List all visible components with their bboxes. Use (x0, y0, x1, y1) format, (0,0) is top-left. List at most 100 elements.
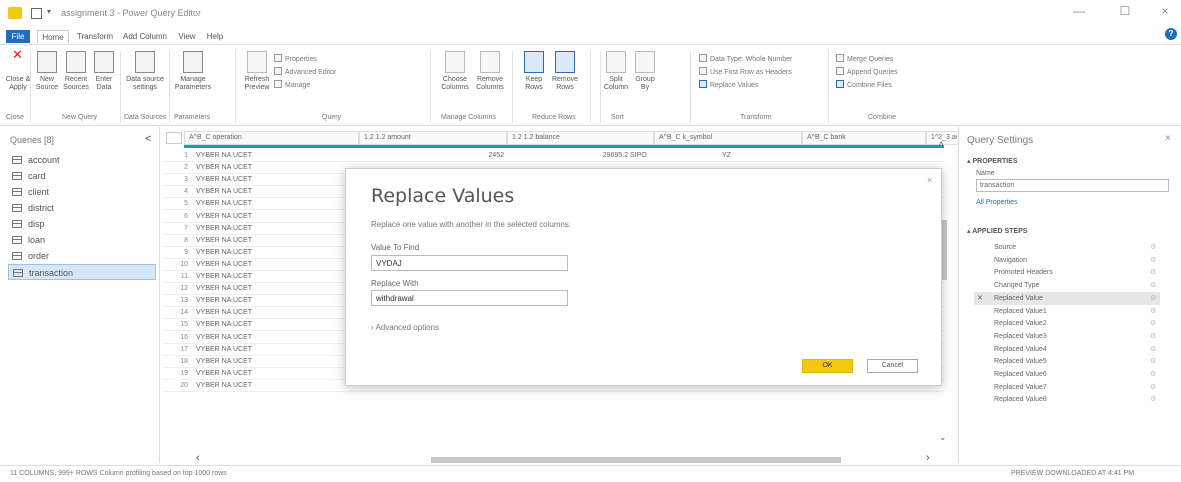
use-first-row-button[interactable]: Use First Row as Headers (699, 67, 792, 77)
gear-icon[interactable]: ⚙ (1150, 266, 1156, 279)
replace-with-input[interactable] (371, 290, 568, 306)
column-header-k-symbol[interactable]: A^B_C k_symbol (654, 131, 802, 145)
close-window-button[interactable]: × (1150, 4, 1180, 22)
applied-step[interactable]: Replaced Value6 ⚙ (974, 368, 1160, 381)
remove-rows-button[interactable]: Remove Rows (551, 51, 579, 92)
maximize-button[interactable]: ☐ (1110, 4, 1140, 22)
applied-step[interactable]: Replaced Value4 ⚙ (974, 343, 1160, 356)
cancel-button[interactable]: Cancel (867, 359, 918, 373)
name-label: Name (976, 170, 995, 177)
remove-columns-button[interactable]: Remove Columns (475, 51, 505, 92)
row-number: 18 (180, 357, 188, 365)
new-source-button[interactable]: New Source (35, 51, 59, 92)
manage-parameters-icon (183, 51, 203, 73)
manage-parameters-button[interactable]: Manage Parameters (172, 51, 214, 92)
applied-step[interactable]: Replaced Value1 ⚙ (974, 305, 1160, 318)
delete-step-icon[interactable]: ✕ (977, 292, 983, 305)
gear-icon[interactable]: ⚙ (1150, 355, 1156, 368)
applied-step[interactable]: Replaced Value8 ⚙ (974, 393, 1160, 406)
chevron-right-icon: › (371, 323, 374, 332)
applied-step[interactable]: Replaced Value5 ⚙ (974, 355, 1160, 368)
query-item-order[interactable]: order (8, 248, 156, 264)
query-name-input[interactable]: transaction (976, 179, 1169, 192)
refresh-preview-button[interactable]: Refresh Preview (243, 51, 271, 92)
merge-queries-button[interactable]: Merge Queries (836, 54, 893, 64)
horizontal-scroll-thumb[interactable] (431, 457, 841, 463)
properties-section-header[interactable]: ▴ PROPERTIES (967, 157, 1018, 165)
split-column-button[interactable]: Split Column (603, 51, 629, 92)
chevron-down-icon: ▴ (967, 158, 971, 165)
horizontal-scrollbar[interactable]: ‹ › (196, 452, 941, 465)
cell-operation: VYBER NA UCET (196, 273, 253, 280)
gear-icon[interactable]: ⚙ (1150, 254, 1156, 267)
applied-step[interactable]: Promoted Headers ⚙ (974, 266, 1160, 279)
applied-step[interactable]: Replaced Value3 ⚙ (974, 330, 1160, 343)
scroll-up-icon[interactable]: ^ (939, 140, 943, 150)
tab-help[interactable]: Help (203, 30, 227, 43)
query-item-district[interactable]: district (8, 200, 156, 216)
query-item-client[interactable]: client (8, 184, 156, 200)
close-apply-button[interactable]: ✕ Close & Apply (4, 48, 32, 92)
query-item-transaction[interactable]: transaction (8, 264, 156, 280)
ok-button[interactable]: OK (802, 359, 853, 373)
scroll-right-icon[interactable]: › (926, 452, 930, 464)
tab-file[interactable]: File (6, 30, 30, 43)
enter-data-button[interactable]: Enter Data (92, 51, 116, 92)
gear-icon[interactable]: ⚙ (1150, 330, 1156, 343)
gear-icon[interactable]: ⚙ (1150, 381, 1156, 394)
keep-rows-button[interactable]: Keep Rows (521, 51, 547, 92)
all-properties-link[interactable]: All Properties (976, 199, 1018, 206)
query-item-account[interactable]: account (8, 152, 156, 168)
scroll-down-icon[interactable]: ⌄ (939, 432, 947, 443)
choose-columns-button[interactable]: Choose Columns (440, 51, 470, 92)
query-item-loan[interactable]: loan (8, 232, 156, 248)
data-source-settings-button[interactable]: Data source settings (123, 51, 167, 92)
column-header-operation[interactable]: A^B_C operation (184, 131, 359, 145)
query-settings-close-button[interactable]: × (1165, 133, 1171, 144)
gear-icon[interactable]: ⚙ (1150, 305, 1156, 318)
column-header-balance[interactable]: 1.2 1.2 balance (507, 131, 654, 145)
save-icon[interactable] (31, 8, 42, 19)
tab-transform[interactable]: Transform (74, 30, 116, 43)
minimize-button[interactable]: — (1064, 4, 1094, 22)
replace-values-button[interactable]: Replace Values (699, 80, 759, 90)
table-menu-icon[interactable] (166, 132, 182, 144)
value-to-find-input[interactable] (371, 255, 568, 271)
gear-icon[interactable]: ⚙ (1150, 343, 1156, 356)
gear-icon[interactable]: ⚙ (1150, 368, 1156, 381)
gear-icon[interactable]: ⚙ (1150, 292, 1156, 305)
gear-icon[interactable]: ⚙ (1150, 393, 1156, 406)
gear-icon[interactable]: ⚙ (1150, 279, 1156, 292)
column-header-amount[interactable]: 1.2 1.2 amount (359, 131, 507, 145)
quick-access-dropdown-icon[interactable]: ▾ (47, 7, 51, 16)
query-item-disp[interactable]: disp (8, 216, 156, 232)
collapse-queries-button[interactable]: < (145, 133, 151, 145)
recent-sources-button[interactable]: Recent Sources (63, 51, 89, 92)
applied-steps-section-header[interactable]: ▴ APPLIED STEPS (967, 227, 1027, 235)
applied-step[interactable]: ✕ Replaced Value ⚙ (974, 291, 1160, 305)
query-item-card[interactable]: card (8, 168, 156, 184)
applied-step[interactable]: Navigation ⚙ (974, 254, 1160, 267)
column-header-bank[interactable]: A^B_C bank (802, 131, 926, 145)
tab-view[interactable]: View (174, 30, 200, 43)
decimal-type-icon: 1.2 (512, 134, 522, 141)
tab-home[interactable]: Home (37, 30, 69, 43)
group-by-button[interactable]: Group By (634, 51, 656, 92)
applied-step[interactable]: Replaced Value7 ⚙ (974, 381, 1160, 394)
manage-button[interactable]: Manage (274, 80, 310, 90)
append-queries-button[interactable]: Append Queries (836, 67, 898, 77)
tab-add-column[interactable]: Add Column (120, 30, 170, 43)
scroll-left-icon[interactable]: ‹ (196, 452, 200, 464)
advanced-editor-button[interactable]: Advanced Editor (274, 67, 336, 77)
combine-files-button[interactable]: Combine Files (836, 80, 892, 90)
properties-button[interactable]: Properties (274, 54, 317, 64)
applied-step[interactable]: Source ⚙ (974, 241, 1160, 254)
gear-icon[interactable]: ⚙ (1150, 317, 1156, 330)
help-icon[interactable]: ? (1165, 28, 1177, 40)
applied-step[interactable]: Replaced Value2 ⚙ (974, 317, 1160, 330)
data-type-dropdown[interactable]: Data Type: Whole Number (699, 54, 792, 64)
advanced-options-toggle[interactable]: › Advanced options (371, 323, 439, 332)
applied-step[interactable]: Changed Type ⚙ (974, 279, 1160, 292)
gear-icon[interactable]: ⚙ (1150, 241, 1156, 254)
dialog-close-button[interactable]: × (927, 175, 932, 185)
